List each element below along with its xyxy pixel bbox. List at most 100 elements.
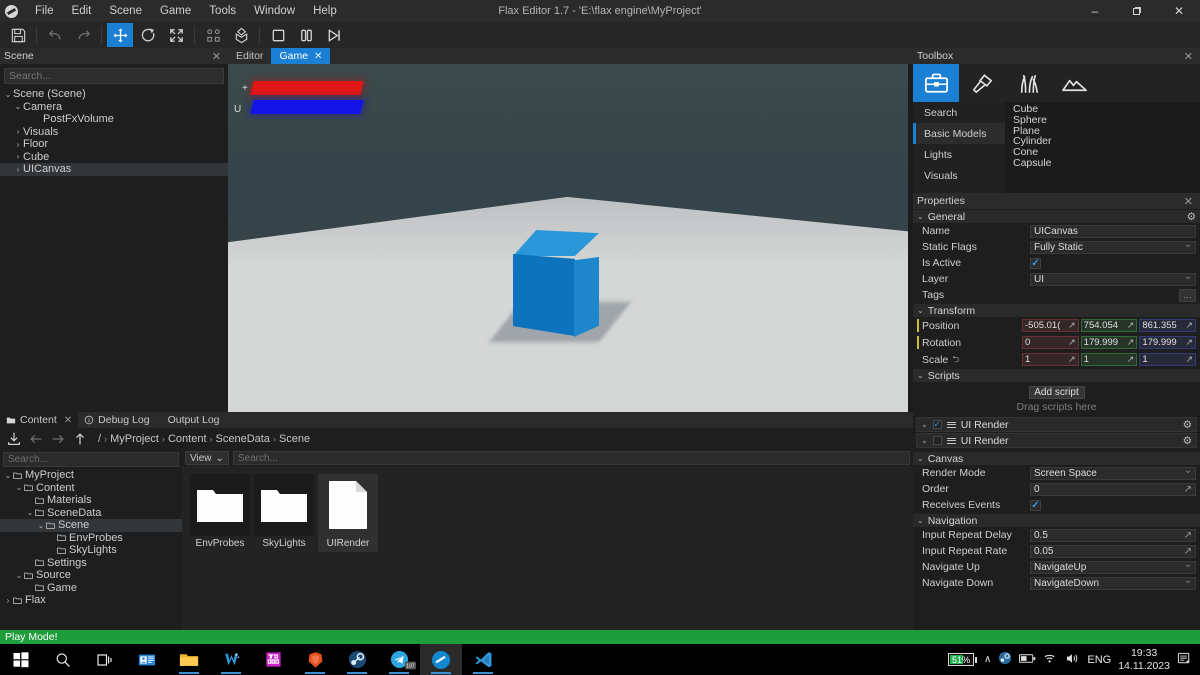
- toolbox-spawn-icon[interactable]: [913, 64, 959, 102]
- minimize-button[interactable]: –: [1074, 0, 1116, 22]
- arrow-up-icon[interactable]: [70, 429, 90, 449]
- tab-debug-log[interactable]: Debug Log: [78, 412, 155, 428]
- rotation-z-input[interactable]: 179.999 ↗: [1139, 336, 1197, 349]
- scene-tree-item[interactable]: ⌄ Scene (Scene): [0, 88, 228, 101]
- game-viewport[interactable]: + U: [228, 64, 908, 412]
- chevron-right-icon[interactable]: ›: [3, 596, 13, 605]
- taskbar-app-vscode[interactable]: [462, 644, 504, 675]
- menu-tools[interactable]: Tools: [200, 0, 245, 22]
- add-script-button[interactable]: Add script: [1028, 386, 1085, 399]
- import-icon[interactable]: [4, 429, 24, 449]
- scene-tree-item[interactable]: ⌄ Camera: [0, 101, 228, 114]
- link-icon[interactable]: ⮌: [952, 352, 959, 368]
- chevron-down-icon[interactable]: ⌄: [921, 436, 928, 445]
- section-scripts-header[interactable]: ⌄ Scripts: [913, 369, 1200, 382]
- breadcrumb-item[interactable]: Content: [168, 433, 207, 445]
- toolbox-category-basic-models[interactable]: Basic Models: [913, 123, 1005, 144]
- taskbar-app-flax[interactable]: [420, 644, 462, 675]
- gear-icon[interactable]: ⚙: [1183, 435, 1192, 447]
- battery-indicator[interactable]: 51%: [948, 653, 978, 666]
- scale-y-input[interactable]: 1 ↗: [1080, 353, 1138, 366]
- content-tree-item[interactable]: ⌄ SceneData: [0, 507, 182, 520]
- arrow-left-icon[interactable]: [26, 429, 46, 449]
- layer-dropdown[interactable]: UI: [1030, 271, 1196, 286]
- menu-file[interactable]: File: [26, 0, 63, 22]
- breadcrumb-item[interactable]: SceneData: [216, 433, 270, 445]
- taskbar-app-purple[interactable]: [252, 644, 294, 675]
- task-view-button[interactable]: [84, 644, 126, 675]
- content-tree-item[interactable]: ›EnvProbes: [0, 532, 182, 545]
- content-item[interactable]: SkyLights: [254, 474, 314, 552]
- pivot-button[interactable]: [200, 23, 226, 47]
- toolbox-category-search[interactable]: Search: [913, 102, 1005, 123]
- content-tree-item[interactable]: ›SkyLights: [0, 544, 182, 557]
- section-navigation-header[interactable]: ⌄ Navigation: [913, 514, 1200, 527]
- step-button[interactable]: [321, 23, 347, 47]
- clock[interactable]: 19:33 14.11.2023: [1118, 647, 1170, 671]
- rotation-y-input[interactable]: 179.999 ↗: [1080, 336, 1138, 349]
- position-x-input[interactable]: -505.01(↗: [1022, 319, 1079, 332]
- content-tree-item[interactable]: ⌄ Content: [0, 482, 182, 495]
- position-z-input[interactable]: 861.355 ↗: [1139, 319, 1197, 332]
- static-flags-dropdown[interactable]: Fully Static: [1030, 239, 1196, 254]
- scale-x-input[interactable]: 1 ↗: [1022, 353, 1079, 366]
- taskbar-app-explorer[interactable]: [168, 644, 210, 675]
- scene-panel-close-icon[interactable]: ✕: [209, 50, 224, 63]
- foliage-icon[interactable]: [1005, 64, 1051, 102]
- rotation-x-input[interactable]: 0 ↗: [1022, 336, 1079, 349]
- start-button[interactable]: [0, 644, 42, 675]
- chevron-down-icon[interactable]: ⌄: [14, 571, 24, 580]
- chevron-down-icon[interactable]: ⌄: [13, 102, 23, 111]
- script-row-ui-render-1[interactable]: ⌄ ✓ UI Render ⚙: [916, 417, 1197, 432]
- script-row-ui-render-2[interactable]: ⌄ UI Render ⚙: [916, 433, 1197, 448]
- drag-handle-icon[interactable]: [946, 437, 956, 444]
- breadcrumb-item[interactable]: MyProject: [110, 433, 159, 445]
- chevron-right-icon[interactable]: ›: [13, 140, 23, 149]
- battery-icon[interactable]: [1019, 653, 1036, 667]
- content-items-search-input[interactable]: Search...: [232, 451, 910, 465]
- tab-editor[interactable]: Editor: [228, 48, 272, 64]
- wifi-icon[interactable]: [1043, 652, 1058, 667]
- content-tree-search-input[interactable]: Search...: [3, 452, 179, 467]
- tags-button[interactable]: …: [1179, 288, 1196, 302]
- search-button[interactable]: [42, 644, 84, 675]
- stop-button[interactable]: [265, 23, 291, 47]
- name-input[interactable]: UICanvas: [1030, 224, 1196, 238]
- navigate-up-dropdown[interactable]: NavigateUp: [1030, 559, 1196, 574]
- render-mode-dropdown[interactable]: Screen Space: [1030, 465, 1196, 480]
- menu-scene[interactable]: Scene: [100, 0, 151, 22]
- scene-tree-item[interactable]: ›PostFxVolume: [0, 113, 228, 126]
- translate-gizmo-button[interactable]: [107, 23, 133, 47]
- scene-search-input[interactable]: Search...: [4, 68, 224, 84]
- taskbar-app-wallpaper[interactable]: [210, 644, 252, 675]
- section-canvas-header[interactable]: ⌄ Canvas: [913, 452, 1200, 465]
- view-options-button[interactable]: View ⌄: [185, 451, 229, 465]
- tab-content-close-icon[interactable]: ✕: [64, 415, 72, 426]
- script-enabled-checkbox[interactable]: ✓: [932, 419, 942, 429]
- toolbox-item-sphere[interactable]: Sphere: [1005, 114, 1200, 126]
- content-tree-item[interactable]: ›Settings: [0, 557, 182, 570]
- scale-z-input[interactable]: 1 ↗: [1139, 353, 1197, 366]
- toolbox-category-lights[interactable]: Lights: [913, 144, 1005, 165]
- input-repeat-delay-input[interactable]: 0.5 ↗: [1030, 528, 1196, 542]
- undo-button[interactable]: [42, 23, 68, 47]
- chevron-right-icon[interactable]: ›: [13, 152, 23, 161]
- pause-button[interactable]: [293, 23, 319, 47]
- content-tree-item[interactable]: ⌄ MyProject: [0, 469, 182, 482]
- toolbox-item-capsule[interactable]: Capsule: [1005, 158, 1200, 169]
- chevron-down-icon[interactable]: ⌄: [36, 521, 46, 530]
- toolbox-close-icon[interactable]: ✕: [1181, 50, 1196, 63]
- section-transform-header[interactable]: ⌄ Transform: [913, 304, 1200, 317]
- taskbar-app-brave[interactable]: [294, 644, 336, 675]
- tab-content[interactable]: Content ✕: [0, 412, 79, 428]
- language-indicator[interactable]: ENG: [1087, 654, 1111, 666]
- content-tree-item[interactable]: ⌄ Scene: [0, 519, 182, 532]
- scene-tree-item[interactable]: › UICanvas: [0, 163, 228, 176]
- tab-game-close-icon[interactable]: ✕: [314, 51, 322, 62]
- terrain-icon[interactable]: [1051, 64, 1097, 102]
- chevron-down-icon[interactable]: ⌄: [3, 90, 13, 99]
- content-tree-item[interactable]: › Flax: [0, 594, 182, 607]
- chevron-down-icon[interactable]: ⌄: [921, 420, 928, 429]
- toolbox-category-visuals[interactable]: Visuals: [913, 165, 1005, 186]
- maximize-button[interactable]: [1116, 0, 1158, 22]
